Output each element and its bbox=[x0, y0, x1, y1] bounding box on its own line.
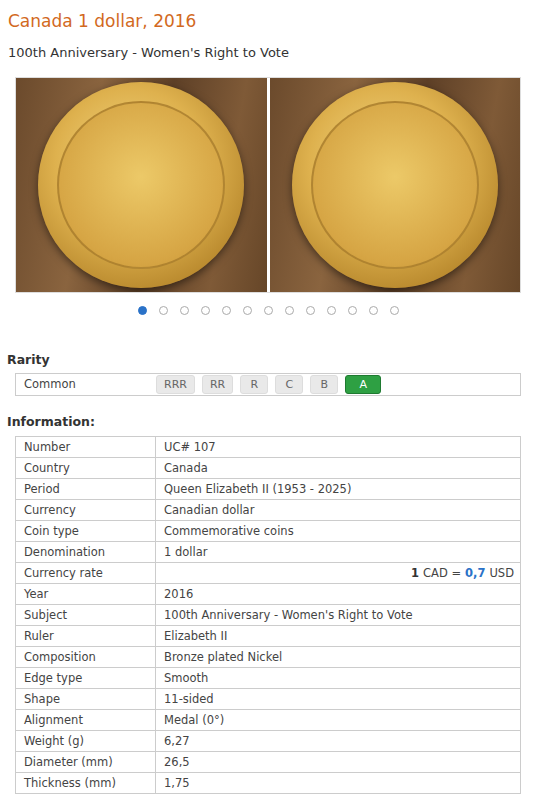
rarity-heading: Rarity bbox=[7, 352, 521, 368]
information-table: NumberUC# 107CountryCanadaPeriodQueen El… bbox=[15, 436, 521, 794]
info-row: Currency rate 1 CAD = 0,7 USD bbox=[16, 563, 521, 584]
info-label: Currency rate bbox=[16, 563, 156, 584]
carousel-dot[interactable] bbox=[327, 306, 336, 315]
info-label: Coin type bbox=[16, 521, 156, 542]
info-row: Diameter (mm)26,5 bbox=[16, 752, 521, 773]
info-row: CountryCanada bbox=[16, 458, 521, 479]
rarity-scale: RRRRRRCBA bbox=[156, 375, 381, 394]
info-value: Smooth bbox=[156, 668, 521, 689]
info-value: Bronze plated Nickel bbox=[156, 647, 521, 668]
info-row: RulerElizabeth II bbox=[16, 626, 521, 647]
carousel-dot[interactable] bbox=[243, 306, 252, 315]
info-label: Edge type bbox=[16, 668, 156, 689]
info-label: Subject bbox=[16, 605, 156, 626]
rate-base-currency: CAD = bbox=[423, 566, 461, 580]
info-row: Coin typeCommemorative coins bbox=[16, 521, 521, 542]
carousel-dots bbox=[15, 306, 521, 316]
rarity-level: C bbox=[275, 375, 303, 394]
info-value: 26,5 bbox=[156, 752, 521, 773]
info-label: Year bbox=[16, 584, 156, 605]
rarity-level: R bbox=[240, 375, 268, 394]
info-row: NumberUC# 107 bbox=[16, 437, 521, 458]
info-label: Country bbox=[16, 458, 156, 479]
info-label: Composition bbox=[16, 647, 156, 668]
info-value: UC# 107 bbox=[156, 437, 521, 458]
info-value: 2016 bbox=[156, 584, 521, 605]
info-value: 1 dollar bbox=[156, 542, 521, 563]
carousel-dot[interactable] bbox=[369, 306, 378, 315]
info-row: PeriodQueen Elizabeth II (1953 - 2025) bbox=[16, 479, 521, 500]
info-value: Medal (0°) bbox=[156, 710, 521, 731]
carousel-dot[interactable] bbox=[306, 306, 315, 315]
info-row: CompositionBronze plated Nickel bbox=[16, 647, 521, 668]
reverse-photo[interactable] bbox=[270, 78, 521, 292]
info-row: Subject100th Anniversary - Women's Right… bbox=[16, 605, 521, 626]
rate-quote-currency: USD bbox=[489, 566, 514, 580]
info-value: Canada bbox=[156, 458, 521, 479]
info-label: Shape bbox=[16, 689, 156, 710]
carousel-dot[interactable] bbox=[285, 306, 294, 315]
info-value: 11-sided bbox=[156, 689, 521, 710]
info-label: Denomination bbox=[16, 542, 156, 563]
rarity-level: B bbox=[310, 375, 338, 394]
info-label: Alignment bbox=[16, 710, 156, 731]
rate-base-amount: 1 bbox=[411, 566, 419, 580]
info-row: Shape11-sided bbox=[16, 689, 521, 710]
photo-gallery bbox=[15, 77, 521, 293]
info-row: AlignmentMedal (0°) bbox=[16, 710, 521, 731]
rate-value[interactable]: 0,7 bbox=[465, 566, 485, 580]
information-heading: Information: bbox=[7, 414, 521, 430]
rarity-level: RRR bbox=[156, 375, 195, 394]
rarity-level: RR bbox=[202, 375, 233, 394]
rarity-level: A bbox=[345, 375, 381, 394]
info-row: Edge typeSmooth bbox=[16, 668, 521, 689]
info-label: Ruler bbox=[16, 626, 156, 647]
info-row: CurrencyCanadian dollar bbox=[16, 500, 521, 521]
carousel-dot[interactable] bbox=[159, 306, 168, 315]
carousel-dot[interactable] bbox=[264, 306, 273, 315]
rarity-label: Common bbox=[16, 376, 156, 393]
info-value: Elizabeth II bbox=[156, 626, 521, 647]
info-label: Weight (g) bbox=[16, 731, 156, 752]
info-value: 1,75 bbox=[156, 773, 521, 794]
info-label: Thickness (mm) bbox=[16, 773, 156, 794]
info-row: Thickness (mm)1,75 bbox=[16, 773, 521, 794]
carousel-dot[interactable] bbox=[348, 306, 357, 315]
carousel-dot[interactable] bbox=[201, 306, 210, 315]
carousel-dot[interactable] bbox=[138, 306, 147, 315]
rarity-box: Common RRRRRRCBA bbox=[15, 373, 521, 396]
info-row: Denomination1 dollar bbox=[16, 542, 521, 563]
coin-icon bbox=[38, 82, 244, 288]
info-row: Year2016 bbox=[16, 584, 521, 605]
info-row: Weight (g)6,27 bbox=[16, 731, 521, 752]
info-value: Queen Elizabeth II (1953 - 2025) bbox=[156, 479, 521, 500]
carousel-dot[interactable] bbox=[180, 306, 189, 315]
info-label: Number bbox=[16, 437, 156, 458]
info-label: Currency bbox=[16, 500, 156, 521]
info-value: 6,27 bbox=[156, 731, 521, 752]
carousel-dot[interactable] bbox=[390, 306, 399, 315]
info-value: Commemorative coins bbox=[156, 521, 521, 542]
page-title: Canada 1 dollar, 2016 bbox=[8, 10, 521, 32]
obverse-photo[interactable] bbox=[16, 78, 267, 292]
info-label: Period bbox=[16, 479, 156, 500]
info-value: 1 CAD = 0,7 USD bbox=[156, 563, 521, 584]
info-value: Canadian dollar bbox=[156, 500, 521, 521]
page-subtitle: 100th Anniversary - Women's Right to Vot… bbox=[8, 44, 521, 62]
coin-icon bbox=[292, 82, 498, 288]
info-label: Diameter (mm) bbox=[16, 752, 156, 773]
carousel-dot[interactable] bbox=[222, 306, 231, 315]
info-value: 100th Anniversary - Women's Right to Vot… bbox=[156, 605, 521, 626]
